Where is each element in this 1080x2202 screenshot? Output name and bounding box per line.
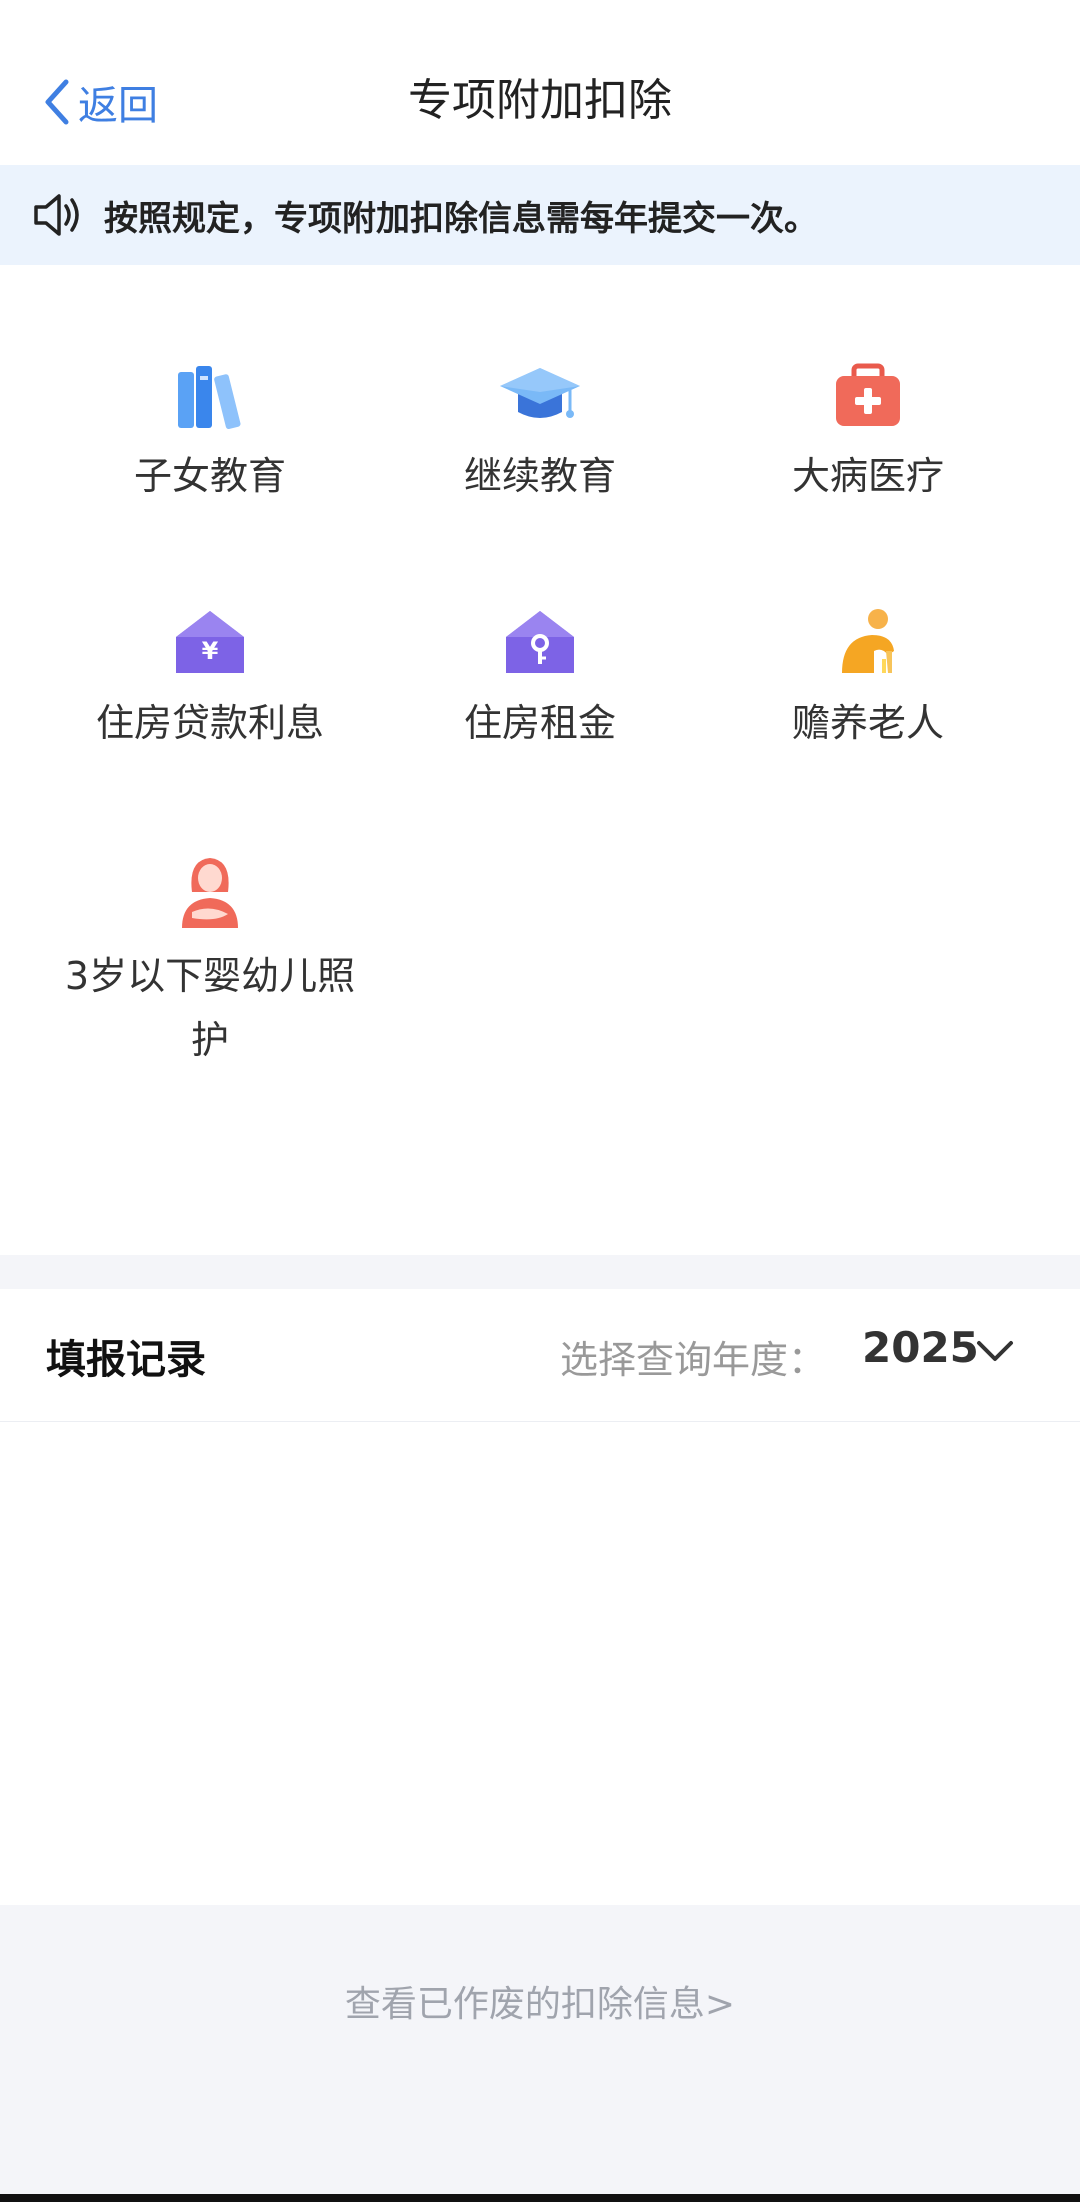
house-yen-icon: ¥ <box>176 611 244 673</box>
notice-banner: 按照规定，专项附加扣除信息需每年提交一次。 <box>0 165 1080 265</box>
home-indicator <box>0 2194 1080 2202</box>
graduation-cap-icon <box>500 368 580 418</box>
category-continuing-education[interactable]: 继续教育 <box>390 362 690 506</box>
speaker-icon <box>34 194 79 236</box>
year-select-label: 选择查询年度： <box>560 1338 827 1382</box>
category-elderly-support[interactable]: 赡养老人 <box>718 607 1018 753</box>
books-icon <box>178 366 241 430</box>
section-divider <box>0 1255 1080 1289</box>
category-serious-illness[interactable]: 大病医疗 <box>718 362 1018 506</box>
chevron-down-icon[interactable] <box>975 1337 1015 1365</box>
category-infant-care[interactable]: 3岁以下婴幼儿照护 <box>60 852 360 1072</box>
category-label: 赡养老人 <box>791 701 944 745</box>
notice-text: 按照规定，专项附加扣除信息需每年提交一次。 <box>104 198 818 239</box>
house-key-icon <box>506 611 574 673</box>
page-title: 专项附加扣除 <box>408 75 672 126</box>
category-label: 继续教育 <box>463 454 616 498</box>
category-label: 住房租金 <box>463 701 616 745</box>
records-header: 填报记录 选择查询年度： 2025 <box>0 1289 1080 1422</box>
nav-bar: 返回 专项附加扣除 <box>0 0 1080 166</box>
mother-baby-icon <box>182 858 238 928</box>
medical-kit-icon <box>836 363 900 426</box>
category-label: 住房贷款利息 <box>95 701 324 745</box>
category-label: 3岁以下婴幼儿照护 <box>64 954 356 1062</box>
svg-text:¥: ¥ <box>202 637 219 665</box>
footer-area: 查看已作废的扣除信息> <box>0 1905 1080 2202</box>
records-title: 填报记录 <box>46 1337 206 1383</box>
category-housing-loan-interest[interactable]: ¥ 住房贷款利息 <box>60 607 360 753</box>
voided-deductions-link[interactable]: 查看已作废的扣除信息> <box>0 1975 1080 2027</box>
category-child-education[interactable]: 子女教育 <box>60 362 360 506</box>
year-select-value[interactable]: 2025 <box>862 1323 979 1372</box>
category-housing-rent[interactable]: 住房租金 <box>390 607 690 753</box>
category-label: 子女教育 <box>133 454 286 498</box>
elderly-person-icon <box>842 609 894 673</box>
category-label: 大病医疗 <box>791 454 944 498</box>
